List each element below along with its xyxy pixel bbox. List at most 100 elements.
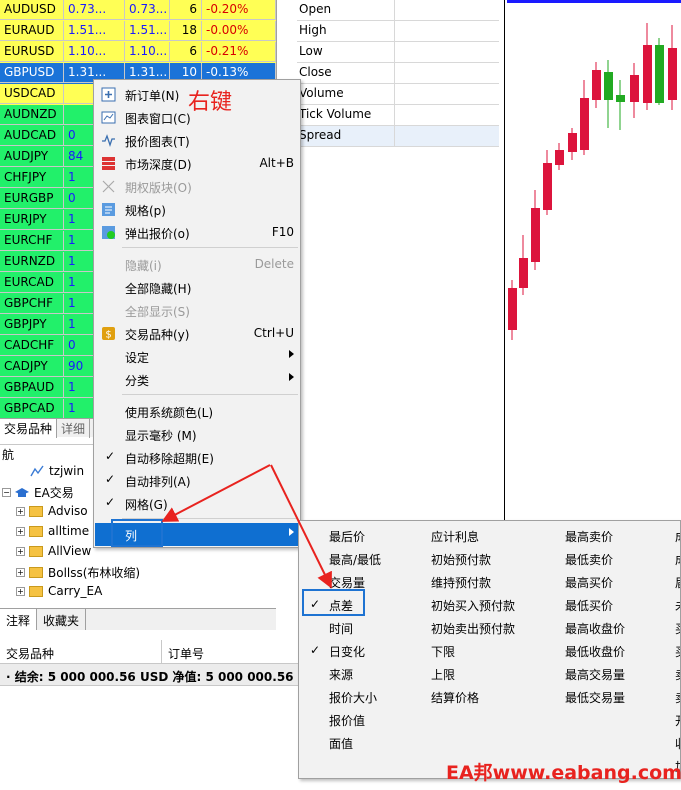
- nav-folder-allview[interactable]: + AllView: [16, 544, 91, 558]
- nav-item-expert-advisors-label: EA交易: [34, 486, 74, 500]
- highlight-box-spread: [302, 589, 365, 616]
- column-option[interactable]: 最低收盘价: [565, 643, 625, 660]
- menu-system-colors[interactable]: 使用系统颜色(L): [95, 400, 300, 423]
- collapse-icon[interactable]: −: [2, 488, 11, 497]
- column-option[interactable]: 日变化: [329, 643, 365, 660]
- column-option[interactable]: 报价值: [329, 712, 365, 729]
- column-option[interactable]: 最低买价: [565, 597, 613, 614]
- column-option[interactable]: 最低交易量: [565, 689, 625, 706]
- menu-market-depth[interactable]: 市场深度(D) Alt+B: [95, 152, 300, 175]
- dollar-icon: $: [102, 327, 115, 341]
- data-window-row: High: [297, 21, 499, 42]
- menu-tick-chart[interactable]: 报价图表(T): [95, 129, 300, 152]
- expand-icon[interactable]: +: [16, 506, 25, 516]
- column-option[interactable]: 最低卖价: [565, 551, 613, 568]
- menu-sort[interactable]: 分类: [95, 368, 300, 391]
- symbol-cell: EURGBP: [0, 189, 64, 209]
- menu-options-board[interactable]: 期权版块(O): [95, 175, 300, 198]
- data-window-row: Volume: [297, 84, 499, 105]
- column-option[interactable]: 来源: [329, 666, 353, 683]
- column-option[interactable]: 初始预付款: [431, 551, 491, 568]
- column-option[interactable]: 成: [675, 528, 680, 545]
- symbol-cell: AUDJPY: [0, 147, 64, 167]
- column-option[interactable]: 最后价: [329, 528, 365, 545]
- menu-sets[interactable]: 设定: [95, 345, 300, 368]
- column-option[interactable]: 卖: [675, 689, 680, 706]
- nav-item-script[interactable]: tzjwin: [30, 464, 84, 478]
- tab-details[interactable]: 详细: [57, 419, 91, 438]
- menu-show-milliseconds[interactable]: 显示毫秒 (M): [95, 423, 300, 446]
- tab-comments[interactable]: 注释: [0, 609, 38, 630]
- nav-folder-alltime[interactable]: + alltime: [16, 524, 89, 538]
- menu-shortcut: Alt+B: [259, 156, 294, 170]
- expand-icon[interactable]: +: [16, 526, 25, 536]
- nav-folder-advisor[interactable]: + Adviso: [16, 504, 88, 518]
- market-depth-icon: [102, 157, 115, 170]
- column-option[interactable]: 初始买入预付款: [431, 597, 515, 614]
- market-watch-row[interactable]: AUDUSD 0.73... 0.73... 6 -0.20%: [0, 0, 276, 21]
- nav-folder-carry[interactable]: + Carry_EA: [16, 584, 102, 598]
- column-option[interactable]: 初始卖出预付款: [431, 620, 515, 637]
- expand-icon[interactable]: +: [16, 546, 25, 556]
- menu-shortcut: F10: [271, 225, 294, 239]
- expand-icon[interactable]: +: [16, 568, 25, 577]
- column-option[interactable]: 最高交易量: [565, 666, 625, 683]
- column-option[interactable]: 最高卖价: [565, 528, 613, 545]
- symbol-cell: GBPJPY: [0, 315, 64, 335]
- column-option[interactable]: 应计利息: [431, 528, 479, 545]
- bid-cell: 1.51...: [64, 21, 125, 41]
- tab-favorites[interactable]: 收藏夹: [37, 609, 87, 630]
- menu-grid[interactable]: ✓ 网格(G): [95, 492, 300, 515]
- column-option[interactable]: 收: [675, 735, 680, 752]
- menu-label: 报价图表(T): [125, 135, 190, 149]
- column-option[interactable]: 报价大小: [329, 689, 377, 706]
- column-option[interactable]: 维持预付款: [431, 574, 491, 591]
- market-watch-row[interactable]: EURUSD 1.10... 1.10... 6 -0.21%: [0, 42, 276, 63]
- col-ticket[interactable]: 订单号: [162, 640, 300, 663]
- data-window-row: Close: [297, 63, 499, 84]
- expand-icon[interactable]: +: [16, 586, 25, 596]
- menu-auto-remove-expired[interactable]: ✓ 自动移除超期(E): [95, 446, 300, 469]
- column-option[interactable]: 开: [675, 712, 680, 729]
- column-option[interactable]: 结算价格: [431, 689, 479, 706]
- folder-icon: [29, 525, 43, 537]
- column-option[interactable]: 最高/最低: [329, 551, 381, 568]
- column-option[interactable]: 最高买价: [565, 574, 613, 591]
- navigator-tabs: 注释 收藏夹: [0, 608, 276, 630]
- column-option[interactable]: 未: [675, 597, 680, 614]
- menu-auto-arrange[interactable]: ✓ 自动排列(A): [95, 469, 300, 492]
- nav-folder-bollss[interactable]: + Bollss(布林收缩): [16, 564, 140, 581]
- menu-show-all[interactable]: 全部显示(S): [95, 299, 300, 322]
- candlestick-chart: [507, 0, 681, 340]
- menu-specification[interactable]: 规格(p): [95, 198, 300, 221]
- data-window-value: [395, 0, 499, 20]
- nav-item-expert-advisors[interactable]: − EA交易: [2, 484, 74, 501]
- symbol-cell: CHFJPY: [0, 168, 64, 188]
- terminal-panel: 交易品种 订单号 · 结余: 5 000 000.56 USD 净值: 5 00…: [0, 640, 300, 790]
- column-option[interactable]: 成: [675, 551, 680, 568]
- column-option[interactable]: 买: [675, 643, 680, 660]
- tab-symbols[interactable]: 交易品种: [0, 419, 58, 438]
- column-option[interactable]: 上限: [431, 666, 455, 683]
- column-option[interactable]: 买: [675, 620, 680, 637]
- menu-hide[interactable]: 隐藏(i) Delete: [95, 253, 300, 276]
- menu-label: 分类: [125, 374, 150, 388]
- menu-symbols[interactable]: $ 交易品种(y) Ctrl+U: [95, 322, 300, 345]
- column-option[interactable]: 卖: [675, 666, 680, 683]
- market-watch-row[interactable]: EURAUD 1.51... 1.51... 18 -0.00%: [0, 21, 276, 42]
- chart-top-bar: [507, 0, 681, 3]
- col-symbol[interactable]: 交易品种: [0, 640, 162, 663]
- column-option[interactable]: 最高收盘价: [565, 620, 625, 637]
- column-option[interactable]: 时间: [329, 620, 353, 637]
- candle-body: [630, 75, 639, 102]
- column-option[interactable]: 下限: [431, 643, 455, 660]
- watermark: EA邦www.eabang.com: [446, 762, 681, 784]
- price-chart[interactable]: [504, 0, 681, 520]
- popup-prices-icon: [102, 226, 115, 239]
- column-option[interactable]: 届: [675, 574, 680, 591]
- menu-label: 规格(p): [125, 204, 166, 218]
- symbol-cell: GBPUSD: [0, 63, 64, 83]
- column-option[interactable]: 面值: [329, 735, 353, 752]
- menu-popup-prices[interactable]: 弹出报价(o) F10: [95, 221, 300, 244]
- menu-hide-all[interactable]: 全部隐藏(H): [95, 276, 300, 299]
